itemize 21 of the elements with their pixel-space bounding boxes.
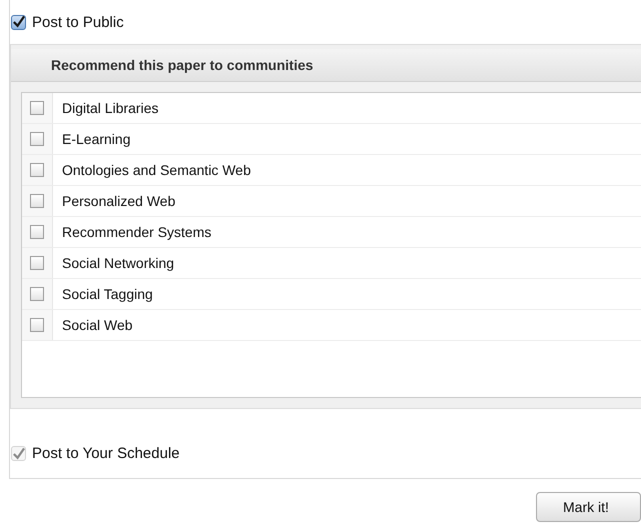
mark-it-button[interactable]: Mark it! [536, 492, 641, 522]
checkbox[interactable] [30, 132, 44, 146]
community-name: Personalized Web [62, 193, 176, 209]
checkbox[interactable] [30, 225, 44, 239]
checkbox[interactable] [30, 287, 44, 301]
checkbox-label: Post to Your Schedule [32, 445, 180, 462]
community-name: E-Learning [62, 131, 130, 147]
checkbox[interactable] [30, 194, 44, 208]
community-name: Recommender Systems [62, 224, 212, 240]
community-name: Digital Libraries [62, 100, 158, 116]
checkbox[interactable] [30, 256, 44, 270]
checkbox[interactable] [30, 163, 44, 177]
checkbox-label: Post to Public [32, 14, 124, 30]
checkbox[interactable] [11, 14, 26, 30]
panel-title: Recommend this paper to communities [51, 57, 314, 73]
community-name: Social Web [62, 317, 133, 333]
checkbox[interactable] [30, 101, 44, 115]
community-name: Ontologies and Semantic Web [62, 162, 251, 178]
checkbox[interactable] [30, 318, 44, 332]
community-name: Social Tagging [62, 286, 153, 302]
community-name: Social Networking [62, 255, 174, 271]
